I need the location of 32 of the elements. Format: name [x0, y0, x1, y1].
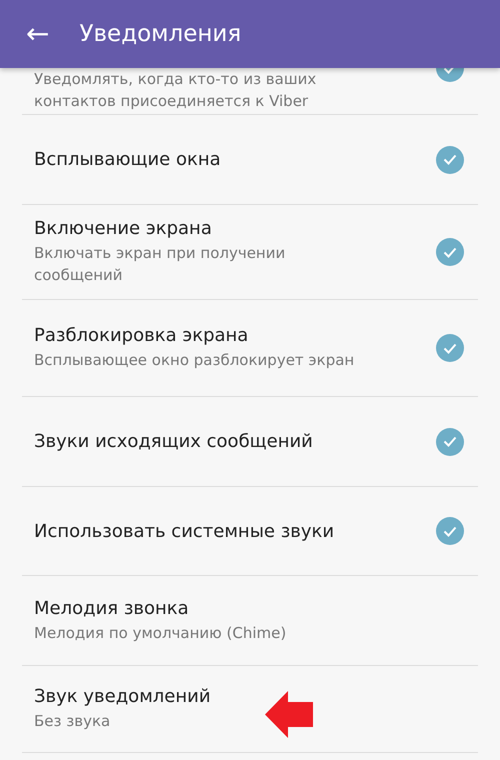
item-title: Мелодия звонка	[34, 598, 190, 618]
item-subtitle: Уведомлять, когда кто-то из ваших контактов присоединяется к Viber	[34, 69, 318, 112]
settings-item[interactable]: Разблокировка экрана Всплывающее окно разблокирует экран	[22, 300, 478, 397]
item-title: Звуки исходящих сообщений	[34, 431, 313, 452]
item-title: Использовать системные звуки	[34, 520, 334, 542]
item-title: Всплывающие окна	[34, 149, 221, 170]
checkbox[interactable]	[436, 428, 464, 456]
settings-item[interactable]: Звуки исходящих сообщений	[22, 397, 478, 487]
settings-item[interactable]: Использовать системные звуки	[22, 487, 478, 576]
checkbox[interactable]	[436, 146, 464, 174]
item-subtitle: Без звука	[34, 711, 112, 732]
item-subtitle: Всплывающее окно разблокирует экран	[34, 350, 354, 371]
settings-item[interactable]: Всплывающие окна	[22, 115, 478, 205]
settings-item[interactable]: Мелодия звонка Мелодия по умолчанию (Chime)	[22, 576, 478, 666]
item-subtitle: Мелодия по умолчанию (Chime)	[34, 622, 286, 644]
checkbox[interactable]	[436, 238, 464, 266]
item-subtitle: Включать экран при получении сообщений	[34, 243, 286, 286]
check-icon	[443, 246, 457, 258]
checkbox[interactable]	[436, 334, 464, 362]
item-title: Разблокировка экрана	[34, 325, 250, 346]
settings-item[interactable]: Уведомлять, когда кто-то из ваших контактов присоединяется к Viber	[22, 68, 478, 115]
settings-item[interactable]: Звук уведомлений Без звука	[22, 666, 478, 753]
check-icon	[443, 526, 457, 536]
item-title: Звук уведомлений	[34, 686, 211, 707]
screen-title: Уведомления	[79, 21, 242, 47]
check-icon	[443, 436, 457, 447]
item-title: Включение экрана	[34, 218, 213, 239]
check-icon	[443, 342, 457, 354]
back-button[interactable]: ←	[26, 20, 50, 48]
check-icon	[443, 154, 457, 165]
checkbox[interactable]	[436, 517, 464, 545]
settings-item[interactable]: Включение экрана Включать экран при получении сообщений	[22, 205, 478, 300]
